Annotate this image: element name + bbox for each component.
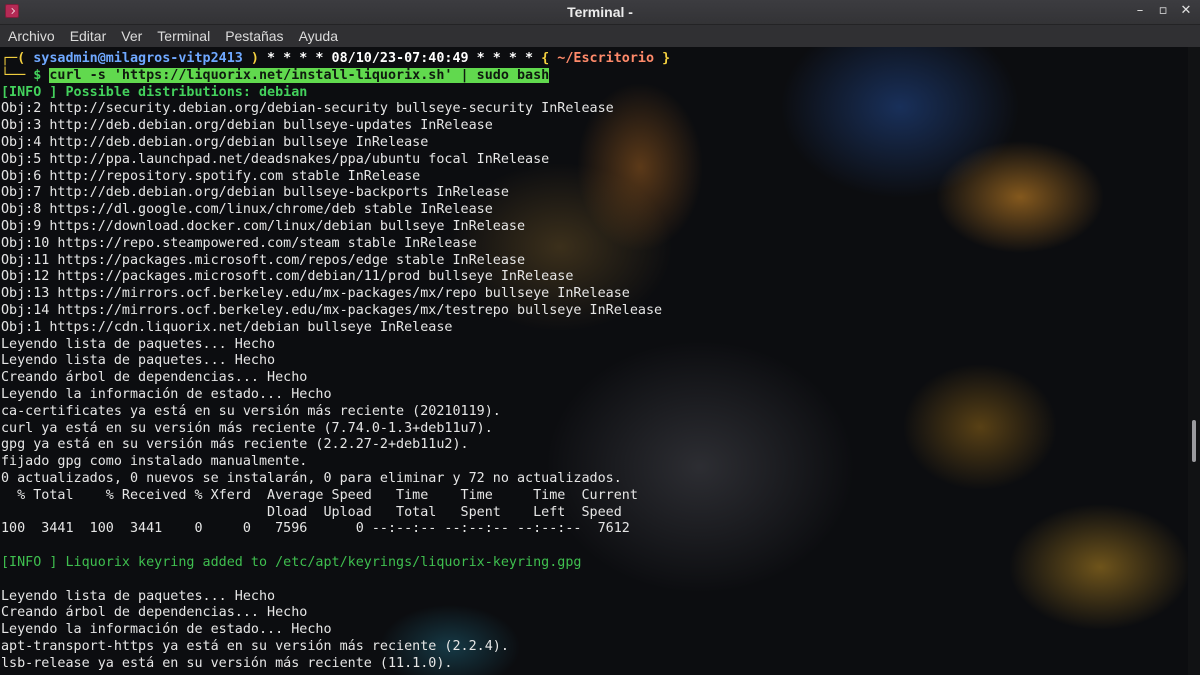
info-keyring-line: [INFO ] Liquorix keyring added to /etc/a… bbox=[1, 554, 582, 570]
prompt-datetime: 08/10/23-07:40:49 bbox=[331, 51, 469, 66]
window-title: Terminal - bbox=[567, 4, 633, 20]
apt-line: Leyendo lista de paquetes... Hecho bbox=[1, 588, 276, 604]
maximize-icon[interactable]: ▫ bbox=[1155, 3, 1171, 19]
prompt-dir-close: } bbox=[662, 51, 671, 66]
title-bar[interactable]: Terminal - – ▫ ✕ bbox=[0, 0, 1200, 25]
apt-line: apt-transport-https ya está en su versió… bbox=[1, 638, 509, 654]
terminal-text: ┌─( sysadmin@milagros-vitp2413 ) * * * *… bbox=[1, 51, 670, 672]
repo-line: Obj:3 http://deb.debian.org/debian bulls… bbox=[1, 118, 493, 134]
repo-line: Obj:10 https://repo.steampowered.com/ste… bbox=[1, 235, 477, 251]
prompt-host-close: ) bbox=[250, 51, 259, 66]
prompt-box-top: ┌─( bbox=[1, 51, 26, 66]
curl-header-1: % Total % Received % Xferd Average Speed… bbox=[1, 487, 638, 503]
apt-line: Creando árbol de dependencias... Hecho bbox=[1, 605, 308, 621]
apt-line: 0 actualizados, 0 nuevos se instalarán, … bbox=[1, 470, 622, 486]
menu-bar: Archivo Editar Ver Terminal Pestañas Ayu… bbox=[0, 25, 1200, 47]
terminal-scrollbar[interactable] bbox=[1188, 47, 1200, 675]
close-icon[interactable]: ✕ bbox=[1178, 3, 1194, 19]
prompt-dir-open: { bbox=[541, 51, 550, 66]
repo-line: Obj:7 http://deb.debian.org/debian bulls… bbox=[1, 185, 509, 201]
repo-line: Obj:5 http://ppa.launchpad.net/deadsnake… bbox=[1, 151, 550, 167]
menu-ver[interactable]: Ver bbox=[121, 28, 142, 44]
curl-header-2: Dload Upload Total Spent Left Speed bbox=[1, 504, 622, 520]
prompt-line-1: ┌─( sysadmin@milagros-vitp2413 ) * * * *… bbox=[1, 51, 670, 68]
apt-line: Leyendo lista de paquetes... Hecho bbox=[1, 353, 276, 369]
repo-line: Obj:6 http://repository.spotify.com stab… bbox=[1, 168, 421, 184]
prompt-box-bottom: └── bbox=[1, 67, 26, 83]
prompt-stars-right: * * * * bbox=[476, 51, 534, 66]
minimize-icon[interactable]: – bbox=[1132, 3, 1148, 19]
prompt-directory: ~/Escritorio bbox=[557, 51, 655, 66]
menu-editar[interactable]: Editar bbox=[70, 28, 107, 44]
apt-line: Creando árbol de dependencias... Hecho bbox=[1, 370, 308, 386]
prompt-dollar: $ bbox=[33, 67, 42, 83]
curl-progress: 100 3441 100 3441 0 0 7596 0 --:--:-- --… bbox=[1, 521, 630, 537]
window-controls: – ▫ ✕ bbox=[1132, 3, 1194, 19]
apt-line: lsb-release ya está en su versión más re… bbox=[1, 655, 453, 671]
command-text[interactable]: curl -s 'https://liquorix.net/install-li… bbox=[49, 67, 550, 83]
terminal-output-area[interactable]: ┌─( sysadmin@milagros-vitp2413 ) * * * *… bbox=[0, 47, 1188, 675]
scrollbar-thumb[interactable] bbox=[1192, 420, 1196, 462]
menu-ayuda[interactable]: Ayuda bbox=[299, 28, 338, 44]
apt-line: Leyendo lista de paquetes... Hecho bbox=[1, 336, 276, 352]
apt-line: Leyendo la información de estado... Hech… bbox=[1, 622, 332, 638]
menu-terminal[interactable]: Terminal bbox=[157, 28, 210, 44]
repo-line: Obj:11 https://packages.microsoft.com/re… bbox=[1, 252, 526, 268]
apt-line: fijado gpg como instalado manualmente. bbox=[1, 454, 308, 470]
apt-line: gpg ya está en su versión más reciente (… bbox=[1, 437, 469, 453]
repo-line: Obj:13 https://mirrors.ocf.berkeley.edu/… bbox=[1, 286, 630, 302]
repo-line: Obj:8 https://dl.google.com/linux/chrome… bbox=[1, 202, 493, 218]
prompt-user-host: sysadmin@milagros-vitp2413 bbox=[33, 51, 243, 66]
apt-line: curl ya está en su versión más reciente … bbox=[1, 420, 493, 436]
repo-line: Obj:9 https://download.docker.com/linux/… bbox=[1, 218, 526, 234]
prompt-stars-left: * * * * bbox=[267, 51, 324, 66]
repo-line: Obj:12 https://packages.microsoft.com/de… bbox=[1, 269, 574, 285]
menu-archivo[interactable]: Archivo bbox=[8, 28, 55, 44]
apt-line: ca-certificates ya está en su versión má… bbox=[1, 403, 501, 419]
menu-pestanas[interactable]: Pestañas bbox=[225, 28, 283, 44]
repo-line: Obj:2 http://security.debian.org/debian-… bbox=[1, 101, 614, 117]
repo-line: Obj:1 https://cdn.liquorix.net/debian bu… bbox=[1, 319, 453, 335]
repo-line: Obj:14 https://mirrors.ocf.berkeley.edu/… bbox=[1, 302, 663, 318]
repo-line: Obj:4 http://deb.debian.org/debian bulls… bbox=[1, 134, 429, 150]
apt-line: Leyendo la información de estado... Hech… bbox=[1, 386, 332, 402]
prompt-line-2: └── $ curl -s 'https://liquorix.net/inst… bbox=[1, 67, 670, 85]
info-distributions-line: [INFO ] Possible distributions: debian bbox=[1, 84, 308, 100]
